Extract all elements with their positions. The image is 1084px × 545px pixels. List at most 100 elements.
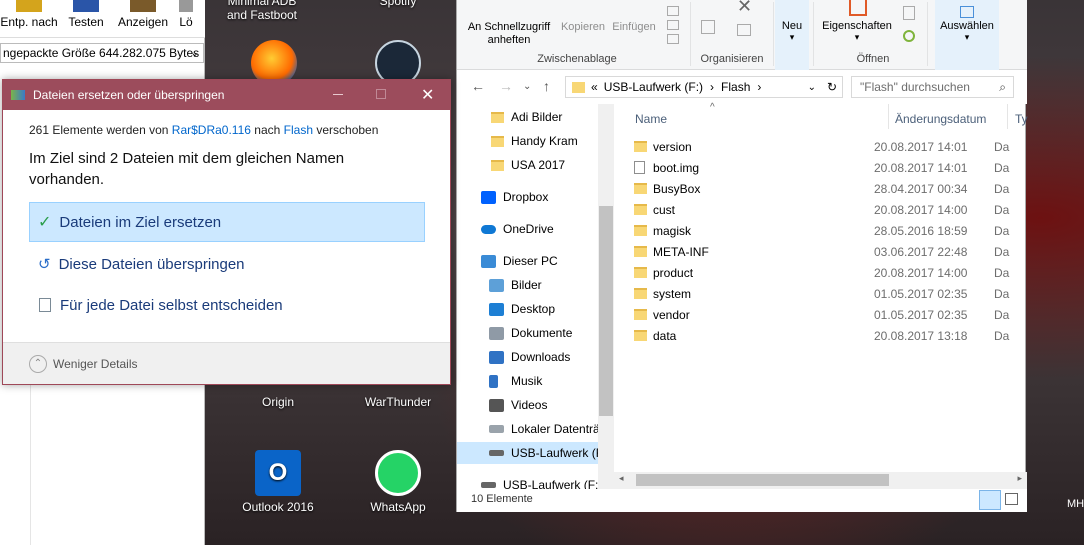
nav-item-usb-drive[interactable]: USB-Laufwerk (F xyxy=(457,442,614,464)
nav-item-dieser-pc[interactable]: Dieser PC xyxy=(457,250,614,272)
column-header-name[interactable]: Name xyxy=(635,112,667,126)
search-icon: ⌕ xyxy=(999,79,1006,94)
replace-option[interactable]: ✓ Dateien im Ziel ersetzen xyxy=(29,202,425,242)
file-row[interactable]: BusyBox 28.04.2017 00:34 Da xyxy=(634,178,1027,199)
file-row[interactable]: product 20.08.2017 14:00 Da xyxy=(634,262,1027,283)
folder-icon xyxy=(634,183,647,194)
breadcrumb-usb[interactable]: USB-Laufwerk (F:) xyxy=(604,80,703,94)
file-row[interactable]: boot.img 20.08.2017 14:01 Da xyxy=(634,157,1027,178)
dialog-app-icon xyxy=(11,90,25,100)
nav-item-desktop[interactable]: Desktop xyxy=(457,298,614,320)
desktop-icon-whatsapp[interactable]: WhatsApp xyxy=(353,450,443,514)
file-row[interactable]: META-INF 03.06.2017 22:48 Da xyxy=(634,241,1027,262)
file-row[interactable]: version 20.08.2017 14:01 Da xyxy=(634,136,1027,157)
close-icon[interactable]: ✕ xyxy=(421,85,434,105)
music-icon xyxy=(489,374,498,388)
pin-quickaccess-button[interactable]: An Schnellzugriff anheften xyxy=(463,21,555,47)
skip-option[interactable]: ↺ Diese Dateien überspringen xyxy=(29,244,425,284)
extract-icon xyxy=(16,0,42,12)
horizontal-scrollbar-thumb[interactable] xyxy=(636,474,889,486)
column-header-type[interactable]: Ty xyxy=(1015,112,1028,126)
scroll-left-icon[interactable]: ◂ xyxy=(619,473,624,484)
nav-item-usb-drive-root[interactable]: USB-Laufwerk (F:) xyxy=(457,474,614,489)
checkmark-icon: ✓ xyxy=(38,214,52,231)
dropbox-icon xyxy=(481,190,496,204)
scroll-right-icon[interactable]: ▸ xyxy=(1017,473,1022,484)
history-icon[interactable] xyxy=(903,30,915,42)
copy-button[interactable]: Kopieren xyxy=(557,21,609,33)
nav-item-musik[interactable]: Musik xyxy=(457,370,614,392)
copy-path-icon[interactable] xyxy=(667,20,679,30)
documents-icon xyxy=(489,326,504,340)
file-row[interactable]: vendor 01.05.2017 02:35 Da xyxy=(634,304,1027,325)
file-row[interactable]: magisk 28.05.2016 18:59 Da xyxy=(634,220,1027,241)
back-arrow-icon[interactable]: ← xyxy=(471,78,485,94)
desktop-icon xyxy=(489,302,504,316)
test-button[interactable]: Testen xyxy=(60,0,112,29)
details-view-icon[interactable] xyxy=(979,490,1001,510)
folder-icon xyxy=(491,135,504,147)
nav-item-local-drive[interactable]: Lokaler Datenträ xyxy=(457,418,614,440)
nav-item-downloads[interactable]: Downloads xyxy=(457,346,614,368)
recent-chevron-icon[interactable]: ⌄ xyxy=(523,81,531,92)
address-bar[interactable]: « USB-Laufwerk (F:) › Flash › ⌄ ↻ xyxy=(565,76,843,98)
column-header-date[interactable]: Änderungsdatum xyxy=(895,112,986,126)
folder-icon xyxy=(634,225,647,236)
cut-icon[interactable] xyxy=(667,6,679,16)
maximize-icon[interactable] xyxy=(376,89,386,99)
rename-icon[interactable] xyxy=(737,24,751,36)
dialog-heading: Im Ziel sind 2 Dateien mit dem gleichen … xyxy=(29,150,345,188)
paste-button[interactable]: Einfügen xyxy=(609,21,659,33)
refresh-icon[interactable]: ↻ xyxy=(827,80,837,94)
file-row[interactable]: data 20.08.2017 13:18 Da xyxy=(634,325,1027,346)
select-button[interactable]: Auswählen ▾ xyxy=(935,0,999,70)
nav-item-dropbox[interactable]: Dropbox xyxy=(457,186,614,208)
nav-item-onedrive[interactable]: OneDrive xyxy=(457,218,614,240)
paste-shortcut-icon[interactable] xyxy=(667,34,679,44)
desktop-icon-origin[interactable]: Origin xyxy=(233,395,323,409)
nav-item-adi-bilder[interactable]: Adi Bilder xyxy=(457,106,614,128)
nav-item-dokumente[interactable]: Dokumente xyxy=(457,322,614,344)
up-arrow-icon[interactable]: ↑ xyxy=(543,78,550,94)
properties-button[interactable]: Eigenschaften ▾ xyxy=(815,20,899,43)
nav-item-handy-kram[interactable]: Handy Kram xyxy=(457,130,614,152)
desktop-icon-outlook[interactable]: O Outlook 2016 xyxy=(233,450,323,514)
less-details-button[interactable]: ⌃ Weniger Details xyxy=(29,354,137,373)
delete-button[interactable]: Lö xyxy=(176,0,196,29)
dialog-title-bar[interactable]: Dateien ersetzen oder überspringen ✕ xyxy=(3,80,450,110)
extract-button[interactable]: Entp. nach xyxy=(0,0,58,29)
folder-icon xyxy=(491,159,504,171)
move-to-icon[interactable] xyxy=(701,20,715,34)
view-button[interactable]: Anzeigen xyxy=(114,0,172,29)
open-group-label: Öffnen xyxy=(856,53,890,65)
minimize-icon[interactable] xyxy=(333,94,343,95)
desktop-icon-warthunder[interactable]: WarThunder xyxy=(353,395,443,409)
search-input[interactable]: "Flash" durchsuchen ⌕ xyxy=(851,76,1014,98)
decide-option[interactable]: Für jede Datei selbst entscheiden xyxy=(29,285,425,325)
nav-item-usa-2017[interactable]: USA 2017 xyxy=(457,154,614,176)
delete-x-icon[interactable]: ✕ xyxy=(737,0,752,17)
dialog-footer: ⌃ Weniger Details xyxy=(3,342,450,384)
target-link[interactable]: Flash xyxy=(284,123,313,137)
nav-scrollbar-thumb[interactable] xyxy=(599,206,613,416)
status-bar: 10 Elemente xyxy=(457,489,1027,512)
ribbon: An Schnellzugriff anheften Kopieren Einf… xyxy=(457,0,1027,70)
file-row[interactable]: cust 20.08.2017 14:00 Da xyxy=(634,199,1027,220)
forward-arrow-icon[interactable]: → xyxy=(499,78,513,94)
address-bar-row: ← → ⌄ ↑ « USB-Laufwerk (F:) › Flash › ⌄ … xyxy=(457,70,1027,104)
breadcrumb-flash[interactable]: Flash xyxy=(721,80,750,94)
open-icon[interactable] xyxy=(903,6,915,20)
address-dropdown-icon[interactable]: ⌄ xyxy=(808,82,816,93)
chevron-down-icon: ⌄ xyxy=(190,47,199,59)
source-link[interactable]: Rar$DRa0.116 xyxy=(172,123,251,137)
new-button[interactable]: Neu ▾ xyxy=(775,0,809,70)
desktop-icon-spotify[interactable]: Spotify xyxy=(353,0,443,8)
dialog-info-line: 261 Elemente werden von Rar$DRa0.116 nac… xyxy=(29,123,379,137)
desktop-icon-adb[interactable]: Minimal ADB and Fastboot xyxy=(217,0,307,22)
large-icons-view-icon[interactable] xyxy=(1005,493,1018,505)
file-row[interactable]: system 01.05.2017 02:35 Da xyxy=(634,283,1027,304)
archive-info-select[interactable]: ngepackte Größe 644.282.075 Bytes ⌄ xyxy=(0,43,204,63)
outlook-icon: O xyxy=(255,450,301,496)
nav-item-videos[interactable]: Videos xyxy=(457,394,614,416)
nav-item-bilder[interactable]: Bilder xyxy=(457,274,614,296)
